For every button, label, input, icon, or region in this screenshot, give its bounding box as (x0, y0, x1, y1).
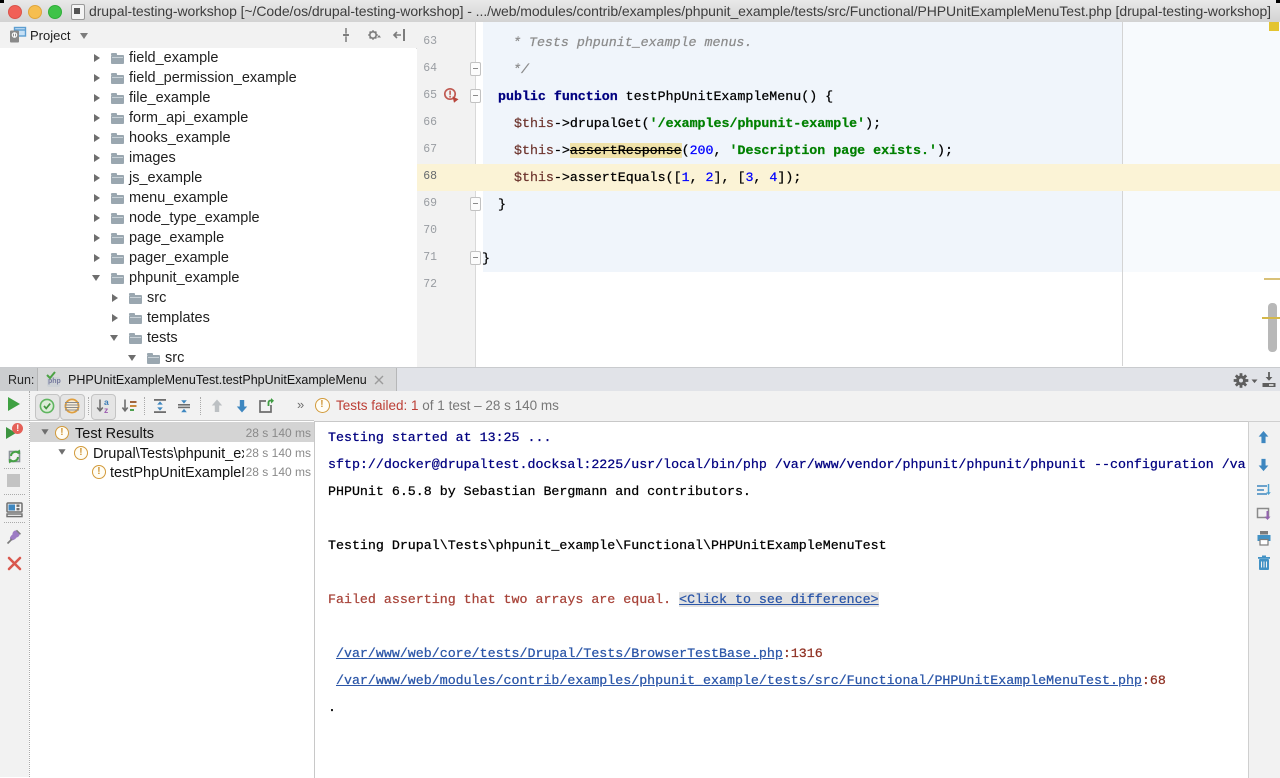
svg-text:z: z (104, 405, 108, 414)
